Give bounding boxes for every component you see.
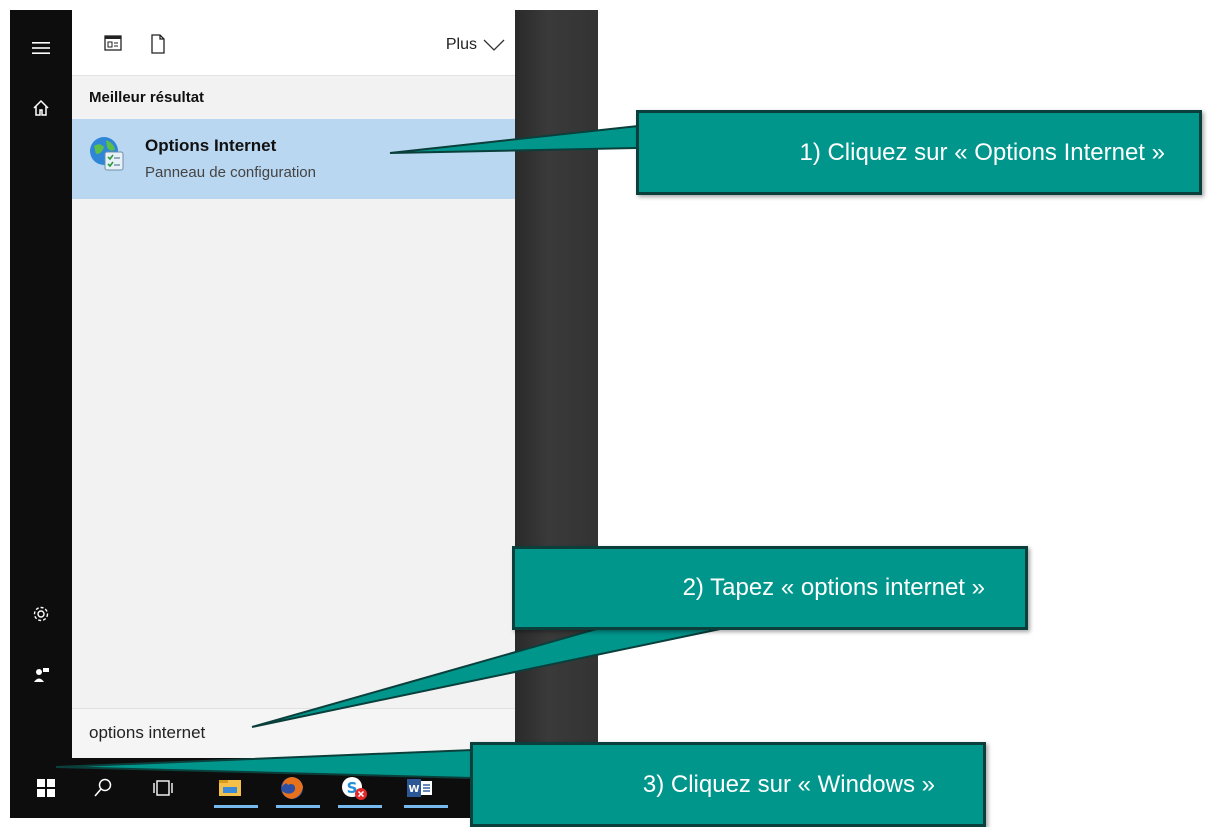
best-result-item[interactable]: Options Internet Panneau de configuratio… (72, 119, 515, 199)
results-heading: Meilleur résultat (89, 89, 205, 106)
running-indicator (404, 805, 448, 808)
callout-step-2: 2) Tapez « options internet » (512, 546, 1028, 630)
apps-view-icon[interactable] (104, 34, 122, 57)
file-explorer-icon[interactable] (210, 768, 258, 808)
settings-gear-icon[interactable] (10, 594, 72, 634)
start-menu-panel: Plus Meilleur résultat Options Internet … (72, 10, 515, 759)
desktop-background (515, 10, 598, 758)
windows-start-icon[interactable] (26, 768, 66, 808)
running-indicator (276, 805, 320, 808)
callout-step-2-text: 2) Tapez « options internet » (682, 574, 985, 601)
documents-icon[interactable] (150, 34, 166, 59)
skype-icon[interactable]: S (334, 768, 382, 808)
running-indicator (338, 805, 382, 808)
user-feedback-icon[interactable] (10, 655, 72, 695)
chevron-down-icon (483, 39, 505, 51)
callout-step-3: 3) Cliquez sur « Windows » (470, 742, 986, 827)
firefox-icon[interactable] (272, 768, 320, 808)
search-icon[interactable] (83, 768, 123, 808)
callout-step-3-text: 3) Cliquez sur « Windows » (642, 770, 935, 798)
callout-step-1-text: 1) Cliquez sur « Options Internet » (799, 138, 1165, 166)
callout-step-1: 1) Cliquez sur « Options Internet » (636, 110, 1202, 195)
search-input[interactable]: options internet (89, 723, 205, 743)
hamburger-menu-icon[interactable] (10, 28, 72, 68)
home-icon[interactable] (10, 88, 72, 128)
word-icon[interactable]: W (400, 768, 448, 808)
more-filters-button[interactable]: Plus (446, 36, 505, 54)
more-label: Plus (445, 36, 477, 53)
best-result-subtitle: Panneau de configuration (145, 164, 316, 181)
task-view-icon[interactable] (143, 768, 183, 808)
search-box[interactable]: options internet (72, 708, 515, 759)
running-indicator (214, 805, 258, 808)
best-result-title: Options Internet (145, 136, 277, 155)
start-menu-toolbar: Plus (72, 10, 515, 76)
svg-text:W: W (408, 784, 419, 795)
start-menu-rail (10, 10, 72, 758)
internet-options-icon (87, 134, 127, 174)
